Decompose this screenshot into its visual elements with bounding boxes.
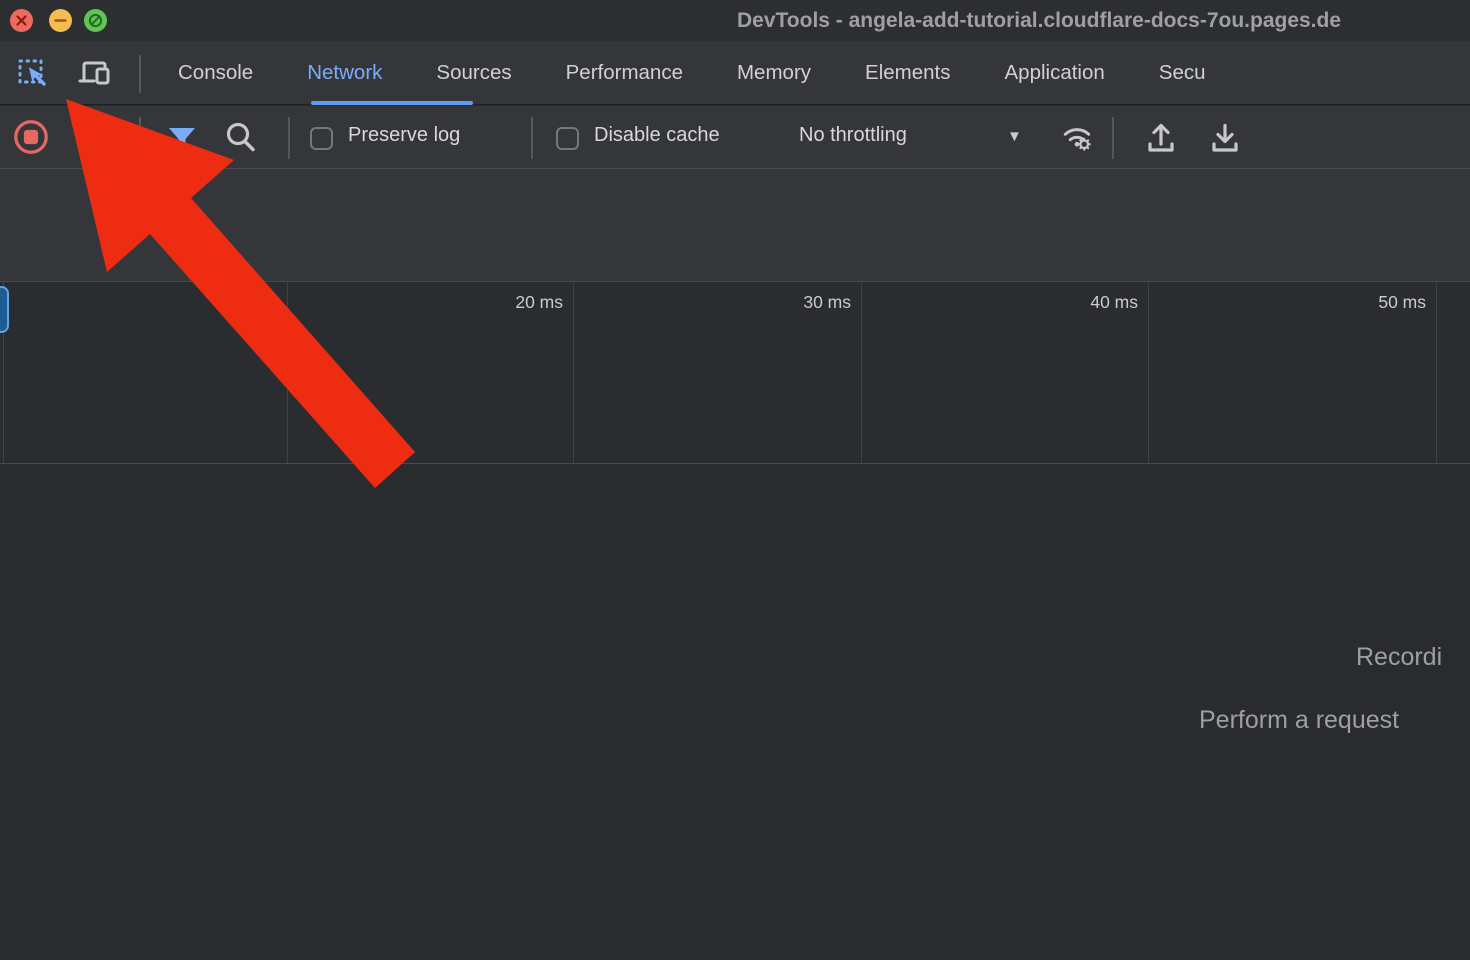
upload-icon	[1142, 119, 1180, 157]
tab-network[interactable]: Network	[280, 41, 409, 105]
empty-state-perform-request-text: Perform a request	[1199, 706, 1399, 735]
clear-icon	[83, 121, 119, 157]
tab-sources[interactable]: Sources	[409, 41, 538, 105]
minimize-button[interactable]	[49, 9, 72, 32]
zoom-disabled-icon	[84, 9, 107, 32]
toolbar-separator	[531, 117, 533, 159]
preserve-log-label[interactable]: Preserve log	[348, 124, 460, 147]
timeline-selection-handle[interactable]	[0, 286, 9, 333]
network-filter-row: Filter Invert Hide data URLs Hide extens…	[0, 169, 1470, 229]
throttling-select[interactable]: No throttling	[799, 124, 907, 147]
wifi-gear-icon	[1058, 116, 1096, 158]
timeline-tick-20ms: 20 ms	[473, 292, 563, 313]
devtools-window: DevTools - angela-add-tutorial.cloudflar…	[0, 0, 1470, 960]
devtools-tab-bar: Console Network Sources Performance Memo…	[0, 41, 1470, 105]
preserve-log-checkbox[interactable]	[310, 127, 333, 150]
tab-application[interactable]: Application	[978, 41, 1132, 105]
record-network-log-button[interactable]	[12, 118, 50, 156]
toolbar-separator	[288, 117, 290, 159]
inspect-element-button[interactable]	[14, 54, 52, 92]
timeline-tick-30ms: 30 ms	[761, 292, 851, 313]
network-toolbar: Preserve log Disable cache No throttling…	[0, 106, 1470, 169]
close-button[interactable]	[10, 9, 33, 32]
toggle-device-toolbar-button[interactable]	[76, 54, 114, 92]
device-toolbar-icon	[76, 54, 114, 92]
timeline-tick-40ms: 40 ms	[1048, 292, 1138, 313]
filter-funnel-icon	[164, 121, 200, 157]
tabbar-separator	[139, 55, 141, 93]
timeline-gridline	[287, 282, 288, 463]
toolbar-separator	[139, 117, 141, 159]
tab-memory[interactable]: Memory	[710, 41, 838, 105]
panel-tabs: Console Network Sources Performance Memo…	[151, 41, 1233, 105]
network-filter-row-2: Blocked requests 3rd-party requests	[0, 229, 1470, 282]
tab-console[interactable]: Console	[151, 41, 280, 105]
timeline-gridline	[861, 282, 862, 463]
download-icon	[1206, 119, 1244, 157]
timeline-gridline	[1436, 282, 1437, 463]
zoom-button[interactable]	[84, 9, 107, 32]
tab-elements[interactable]: Elements	[838, 41, 977, 105]
empty-state-recording-text: Recordi	[1356, 643, 1442, 672]
import-har-button[interactable]	[1142, 119, 1180, 157]
disable-cache-checkbox[interactable]	[556, 127, 579, 150]
network-conditions-button[interactable]	[1058, 118, 1096, 156]
search-button[interactable]	[222, 119, 260, 157]
tab-performance[interactable]: Performance	[539, 41, 710, 105]
timeline-gridline	[573, 282, 574, 463]
title-bar: DevTools - angela-add-tutorial.cloudflar…	[0, 0, 1470, 41]
disable-cache-label[interactable]: Disable cache	[594, 124, 720, 147]
close-icon	[10, 9, 33, 32]
clear-network-log-button[interactable]	[82, 120, 120, 158]
inspect-cursor-icon	[15, 55, 51, 91]
export-har-button[interactable]	[1206, 119, 1244, 157]
timeline-gridline	[1148, 282, 1149, 463]
timeline-tick-10ms: 10 ms	[187, 292, 277, 313]
window-title: DevTools - angela-add-tutorial.cloudflar…	[737, 0, 1341, 41]
active-tab-underline	[311, 101, 473, 105]
record-stop-icon	[12, 117, 50, 157]
toolbar-separator	[1112, 117, 1114, 159]
chevron-down-icon[interactable]: ▼	[1007, 128, 1022, 145]
network-overview-timeline[interactable]: 10 ms 20 ms 30 ms 40 ms 50 ms	[0, 282, 1470, 464]
search-icon	[222, 119, 260, 157]
network-request-list-empty: Recordi Perform a request	[0, 465, 1470, 960]
filter-toggle-button[interactable]	[163, 120, 201, 158]
timeline-tick-50ms: 50 ms	[1336, 292, 1426, 313]
minimize-icon	[49, 9, 72, 32]
tab-security[interactable]: Secu	[1132, 41, 1233, 105]
